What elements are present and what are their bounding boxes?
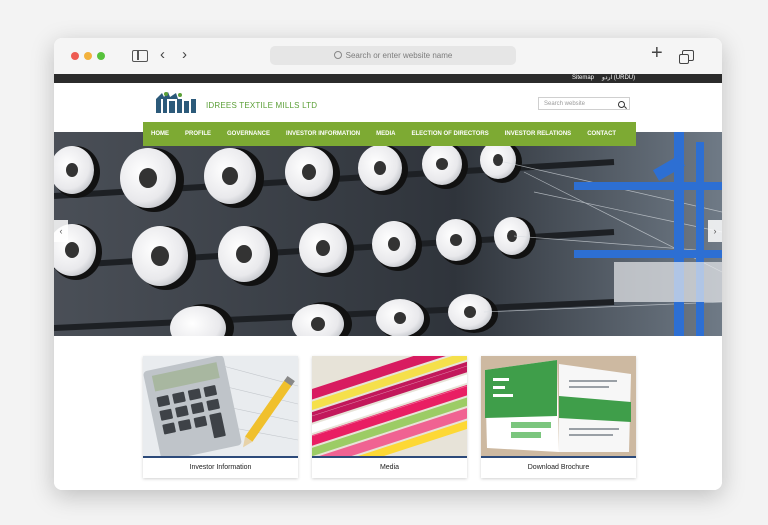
hero-next-arrow[interactable]: › xyxy=(708,220,722,242)
new-tab-icon[interactable]: + xyxy=(651,43,663,63)
search-icon[interactable] xyxy=(618,101,625,108)
web-page: Sitemap اردو (URDU) IDREES TEXTILE MILLS… xyxy=(54,74,722,490)
company-logo[interactable] xyxy=(154,91,198,115)
hero-image-textile-spools: ‹ › xyxy=(54,132,722,336)
site-search-input[interactable]: Search website xyxy=(538,97,630,110)
card-download-brochure[interactable]: Download Brochure xyxy=(481,356,636,478)
nav-item-governance[interactable]: GOVERNANCE xyxy=(219,131,278,137)
browser-window: ‹ › Search or enter website name + Sitem… xyxy=(54,38,722,490)
browser-toolbar: ‹ › Search or enter website name + xyxy=(54,38,722,75)
minimize-window-button[interactable] xyxy=(84,52,92,60)
nav-item-election-of-directors[interactable]: ELECTION OF DIRECTORS xyxy=(404,131,497,137)
tab-overview-icon[interactable] xyxy=(679,50,694,64)
card-investor-information[interactable]: Investor Information xyxy=(143,356,298,478)
hero-prev-arrow[interactable]: ‹ xyxy=(54,220,68,242)
card-label[interactable]: Media xyxy=(312,464,467,471)
maximize-window-button[interactable] xyxy=(97,52,105,60)
card-label[interactable]: Investor Information xyxy=(143,464,298,471)
close-window-button[interactable] xyxy=(71,52,79,60)
forward-arrow-icon[interactable]: › xyxy=(182,46,187,64)
nav-item-home[interactable]: HOME xyxy=(143,131,177,137)
nav-item-contact[interactable]: CONTACT xyxy=(579,131,624,137)
urdu-language-link[interactable]: اردو (URDU) xyxy=(602,74,635,83)
address-bar[interactable]: Search or enter website name xyxy=(270,46,516,65)
feature-cards: Investor Information Media Download Broc… xyxy=(143,356,636,478)
card-accent-bar xyxy=(312,456,467,458)
nav-item-investor-information[interactable]: INVESTOR INFORMATION xyxy=(278,131,368,137)
card-media[interactable]: Media xyxy=(312,356,467,478)
nav-item-profile[interactable]: PROFILE xyxy=(177,131,219,137)
company-name: IDREES TEXTILE MILLS LTD xyxy=(206,101,318,110)
card-accent-bar xyxy=(481,456,636,458)
top-utility-bar: Sitemap اردو (URDU) xyxy=(54,74,722,83)
search-icon xyxy=(333,51,342,59)
card-accent-bar xyxy=(143,456,298,458)
main-navigation: HOME PROFILE GOVERNANCE INVESTOR INFORMA… xyxy=(143,122,636,146)
card-label[interactable]: Download Brochure xyxy=(481,464,636,471)
back-arrow-icon[interactable]: ‹ xyxy=(160,46,165,64)
hero-illustration xyxy=(54,132,722,336)
nav-item-media[interactable]: MEDIA xyxy=(368,131,403,137)
site-search-placeholder: Search website xyxy=(544,101,586,107)
brochure-image xyxy=(481,356,636,456)
sitemap-link[interactable]: Sitemap xyxy=(572,74,594,83)
nav-item-investor-relations[interactable]: INVESTOR RELATIONS xyxy=(497,131,579,137)
sidebar-toggle-icon[interactable] xyxy=(132,50,148,62)
colored-fabric-image xyxy=(312,356,467,456)
calculator-image xyxy=(143,356,298,456)
address-placeholder: Search or enter website name xyxy=(345,51,453,60)
